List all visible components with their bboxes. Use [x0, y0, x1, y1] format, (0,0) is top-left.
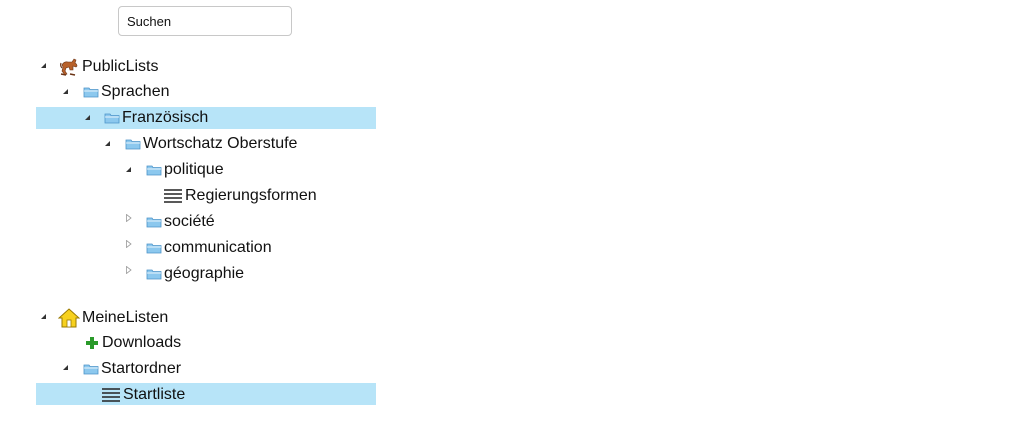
folder-icon [125, 138, 141, 150]
tree-node-label: PublicLists [82, 58, 159, 75]
tree-node-startliste[interactable]: Startliste [101, 384, 185, 406]
tree-node-label: Downloads [102, 334, 182, 351]
expanded-toggle-icon[interactable] [125, 166, 133, 174]
tree-node-label: Startordner [101, 360, 182, 377]
tree-node-label: Wortschatz Oberstufe [143, 135, 298, 152]
tree-node-startordner[interactable]: Startordner [83, 358, 181, 380]
expanded-toggle-icon[interactable] [84, 114, 92, 122]
expanded-toggle-icon[interactable] [62, 364, 70, 372]
expanded-toggle-icon[interactable] [104, 140, 112, 148]
tree-node-label: communication [164, 239, 272, 256]
expanded-toggle-icon[interactable] [62, 88, 70, 96]
plus-icon [84, 335, 100, 351]
search-input[interactable] [118, 6, 292, 36]
home-icon [58, 308, 80, 328]
tree-node-label: Sprachen [101, 83, 170, 100]
expanded-toggle-icon[interactable] [40, 62, 48, 70]
folder-icon [146, 268, 162, 280]
tree-node-label: Startliste [123, 386, 186, 403]
tree-node-regierungsformen[interactable]: Regierungsformen [163, 185, 317, 207]
tree-node-label: MeineListen [82, 309, 169, 326]
folder-icon [146, 216, 162, 228]
collapsed-toggle-icon[interactable] [125, 240, 133, 248]
selection-highlight-startliste [36, 383, 376, 405]
tree-node-label: Regierungsformen [185, 187, 317, 204]
folder-icon [104, 112, 120, 124]
list-icon [101, 387, 121, 403]
tree-node-wortschatz-oberstufe[interactable]: Wortschatz Oberstufe [125, 133, 297, 155]
folder-icon [83, 363, 99, 375]
expanded-toggle-icon[interactable] [40, 313, 48, 321]
tree-node-label: politique [164, 161, 224, 178]
folder-icon [146, 242, 162, 254]
tree-node-politique[interactable]: politique [146, 159, 224, 181]
list-icon [163, 188, 183, 204]
horse-icon [58, 57, 80, 77]
tree-node-meinelisten[interactable]: MeineListen [58, 307, 168, 329]
tree-node-communication[interactable]: communication [146, 237, 272, 259]
tree-node-publiclists[interactable]: PublicLists [58, 56, 158, 78]
tree-node-societe[interactable]: société [146, 211, 215, 233]
tree-node-sprachen[interactable]: Sprachen [83, 81, 170, 103]
collapsed-toggle-icon[interactable] [125, 266, 133, 274]
tree-node-geographie[interactable]: géographie [146, 263, 244, 285]
tree-node-label: Französisch [122, 109, 209, 126]
folder-icon [83, 86, 99, 98]
tree-node-label: société [164, 213, 215, 230]
folder-icon [146, 164, 162, 176]
collapsed-toggle-icon[interactable] [125, 214, 133, 222]
tree-node-label: géographie [164, 265, 245, 282]
tree-node-downloads[interactable]: Downloads [84, 332, 181, 354]
tree-node-franzoesisch[interactable]: Französisch [104, 107, 208, 129]
